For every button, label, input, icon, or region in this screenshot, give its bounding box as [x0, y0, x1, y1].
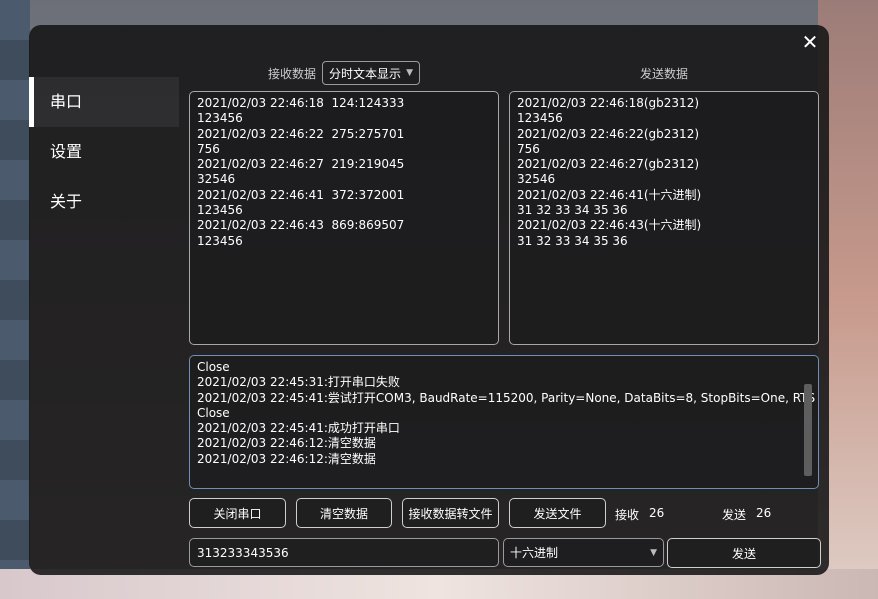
receive-textbox[interactable]: 2021/02/03 22:46:18 124:124333 123456 20… — [189, 91, 499, 345]
send-input[interactable]: 313233343536 — [189, 538, 499, 567]
receive-line: 2021/02/03 22:46:43 869:869507 — [197, 218, 405, 233]
receive-to-file-button[interactable]: 接收数据转文件 — [402, 498, 499, 528]
sidebar-nav: 串口 设置 关于 — [29, 77, 179, 227]
receive-line: 123456 — [197, 111, 243, 126]
send-line: 2021/02/03 22:46:41(十六进制) — [517, 187, 702, 202]
receive-count-label: 接收 — [615, 508, 640, 522]
receive-line: 32546 — [197, 172, 236, 187]
receive-mode-value: 分时文本显示 — [329, 66, 402, 81]
send-count-value: 26 — [756, 506, 772, 520]
send-history-textbox[interactable]: 2021/02/03 22:46:18(gb2312) 123456 2021/… — [509, 91, 819, 345]
close-port-button[interactable]: 关闭串口 — [189, 498, 286, 528]
sidebar-item-about[interactable]: 关于 — [29, 177, 179, 227]
receive-label: 接收数据 — [268, 67, 317, 81]
log-line: 2021/02/03 22:46:12:清空数据 — [197, 436, 376, 451]
receive-line: 2021/02/03 22:46:41 372:372001 — [197, 187, 405, 202]
encoding-value: 十六进制 — [510, 546, 559, 560]
send-line: 2021/02/03 22:46:18(gb2312) — [517, 96, 700, 110]
log-line: 2021/02/03 22:46:12:清空数据 — [197, 451, 376, 466]
receive-line: 2021/02/03 22:46:22 275:275701 — [197, 126, 405, 141]
send-line: 756 — [517, 141, 540, 156]
send-line: 2021/02/03 22:46:22(gb2312) — [517, 126, 700, 141]
receive-line: 2021/02/03 22:46:27 219:219045 — [197, 157, 405, 172]
log-textbox[interactable]: Close 2021/02/03 22:45:31:打开串口失败 2021/02… — [189, 355, 819, 489]
send-line: 31 32 33 34 35 36 — [517, 203, 628, 218]
receive-line: 123456 — [197, 233, 243, 248]
log-line: 2021/02/03 22:45:41:成功打开串口 — [197, 421, 400, 436]
receive-count-value: 26 — [649, 506, 665, 520]
chevron-down-icon: ▼ — [650, 547, 657, 558]
receive-line: 123456 — [197, 203, 243, 218]
log-line: Close — [197, 360, 230, 374]
log-line: Close — [197, 405, 230, 420]
receive-line: 756 — [197, 141, 220, 156]
send-line: 123456 — [517, 111, 563, 126]
log-scrollbar[interactable] — [804, 384, 812, 476]
send-line: 2021/02/03 22:46:43(十六进制) — [517, 218, 702, 233]
send-button[interactable]: 发送 — [667, 538, 821, 568]
encoding-select[interactable]: 十六进制 ▼ — [503, 538, 664, 567]
background-left — [0, 0, 30, 599]
log-line: 2021/02/03 22:45:31:打开串口失败 — [197, 375, 400, 390]
send-file-button[interactable]: 发送文件 — [509, 498, 606, 528]
send-data-label: 发送数据 — [640, 67, 689, 81]
send-line: 2021/02/03 22:46:27(gb2312) — [517, 157, 700, 172]
chevron-down-icon: ▼ — [406, 68, 413, 78]
clear-data-button[interactable]: 清空数据 — [296, 498, 392, 528]
send-count-label: 发送 — [722, 508, 747, 522]
close-icon[interactable]: ✕ — [799, 31, 821, 53]
receive-line: 2021/02/03 22:46:18 124:124333 — [197, 96, 405, 110]
receive-mode-select[interactable]: 分时文本显示 ▼ — [322, 61, 420, 85]
serial-tool-window: ✕ 串口 设置 关于 接收数据 分时文本显示 ▼ 发送数据 2021/02/03… — [29, 25, 829, 575]
send-line: 32546 — [517, 172, 556, 187]
sidebar-item-settings[interactable]: 设置 — [29, 127, 179, 177]
sidebar-item-serial[interactable]: 串口 — [29, 77, 179, 127]
log-line: 2021/02/03 22:45:41:尝试打开COM3, BaudRate=1… — [197, 390, 816, 405]
send-line: 31 32 33 34 35 36 — [517, 233, 628, 248]
